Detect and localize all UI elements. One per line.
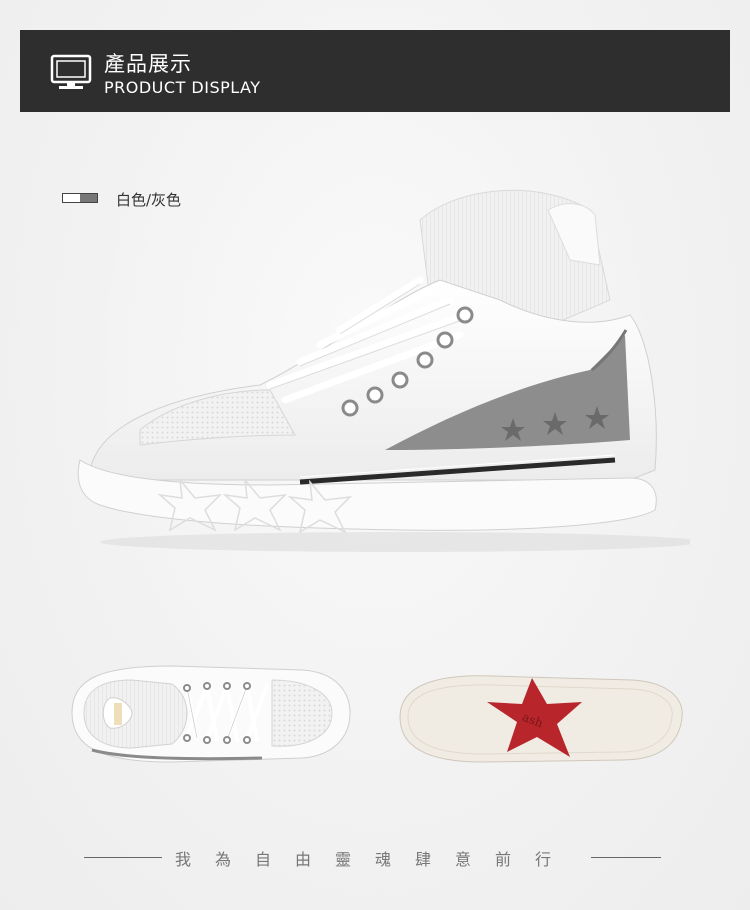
monitor-icon [50,54,92,89]
footer-divider-left [84,857,162,858]
sole-view-shoe-image: ash [399,675,683,763]
brand-slogan: 我為自由靈魂肆意前行 [174,850,575,869]
main-shoe-image [77,189,690,552]
header-subtitle: PRODUCT DISPLAY [104,78,261,97]
section-header: 產品展示 PRODUCT DISPLAY [20,30,730,112]
top-view-shoe-image [71,665,351,763]
header-title: 產品展示 [104,52,192,76]
footer-divider-right [591,857,661,858]
